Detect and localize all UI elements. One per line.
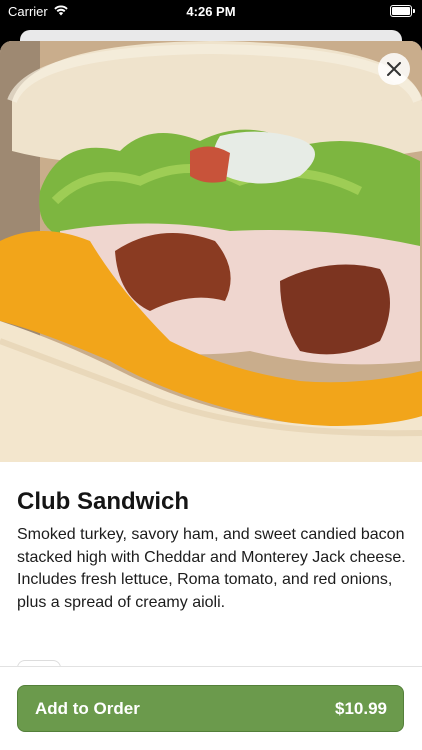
status-bar: Carrier 4:26 PM	[0, 0, 422, 26]
bottom-action-bar: Add to Order $10.99	[0, 666, 422, 750]
clock: 4:26 PM	[186, 4, 236, 19]
add-to-order-label: Add to Order	[35, 698, 140, 718]
close-icon	[387, 62, 401, 76]
battery-icon	[390, 5, 415, 17]
add-to-order-button[interactable]: Add to Order $10.99	[17, 685, 404, 732]
item-price: $10.99	[335, 698, 387, 718]
item-title: Club Sandwich	[17, 488, 190, 515]
item-description: Smoked turkey, savory ham, and sweet can…	[17, 526, 406, 611]
item-photo	[0, 41, 422, 462]
close-button[interactable]	[378, 53, 410, 85]
item-detail-sheet: Club Sandwich Smoked turkey, savory ham,…	[0, 41, 422, 750]
